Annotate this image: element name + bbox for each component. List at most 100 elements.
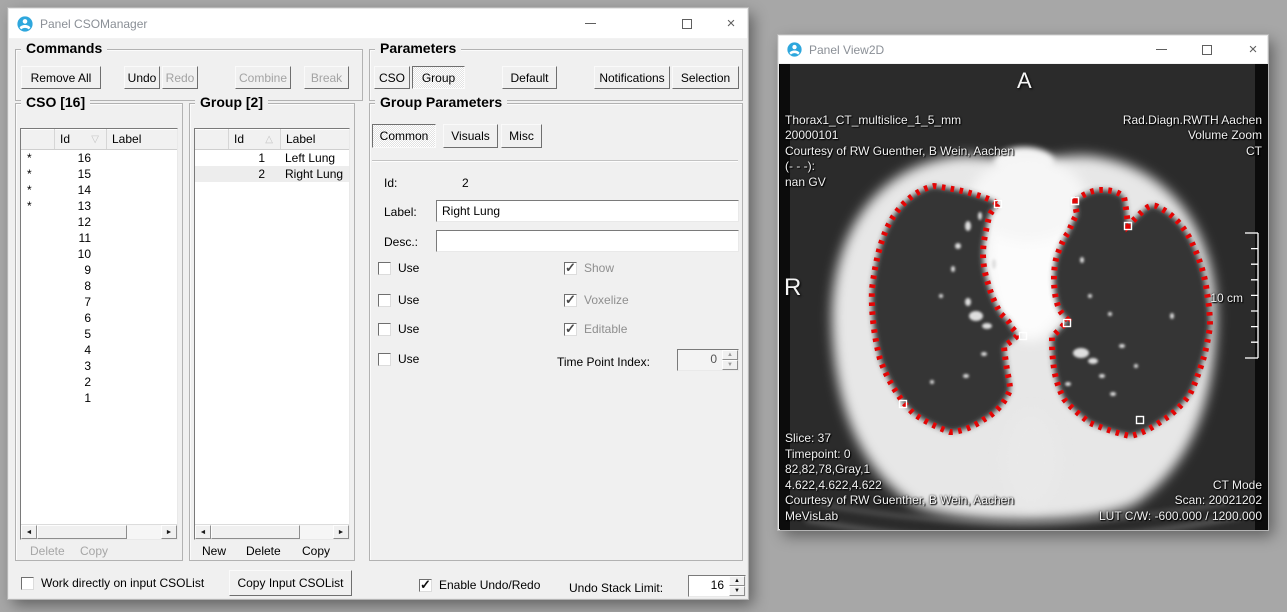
spin-up-icon[interactable]: ▲	[722, 350, 738, 360]
scroll-thumb[interactable]	[211, 525, 300, 539]
notifications-button[interactable]: Notifications	[594, 66, 670, 89]
header-cell-id[interactable]: Id△	[229, 129, 281, 149]
maximize-button[interactable]	[671, 9, 703, 38]
undo-stack-limit-spinbox[interactable]: 16 ▲ ▼	[688, 575, 746, 597]
tab-misc[interactable]: Misc	[501, 124, 542, 148]
editable-label: Editable	[584, 322, 627, 336]
redo-button[interactable]: Redo	[162, 66, 198, 89]
cso-table[interactable]: Id▽ Label * 16 * 15	[20, 128, 178, 540]
cso-table-row[interactable]: * 16	[21, 150, 177, 166]
cso-table-header[interactable]: Id▽ Label	[21, 129, 177, 150]
combine-button[interactable]: Combine	[235, 66, 291, 89]
cso-table-row[interactable]: * 15	[21, 166, 177, 182]
cso-table-row[interactable]: 9	[21, 262, 177, 278]
overlay-top-left: Thorax1_CT_multislice_1_5_mm20000101Cour…	[785, 66, 1014, 190]
use-editable-checkbox[interactable]	[378, 323, 391, 336]
cso-table-row[interactable]: 5	[21, 326, 177, 342]
cso-table-row[interactable]: 2	[21, 374, 177, 390]
cso-table-row[interactable]: * 13	[21, 198, 177, 214]
scroll-right-icon[interactable]: ►	[333, 525, 349, 539]
cso-table-row[interactable]: * 14	[21, 182, 177, 198]
cso-table-row[interactable]: 10	[21, 246, 177, 262]
cso-h-scrollbar[interactable]: ◄ ►	[21, 524, 177, 539]
group-delete-button[interactable]: Delete	[246, 544, 281, 558]
time-point-index-spinbox[interactable]: 0 ▲ ▼	[677, 349, 739, 371]
tab-common[interactable]: Common	[372, 124, 436, 148]
editable-checkbox[interactable]	[564, 323, 577, 336]
close-button[interactable]: ×	[715, 9, 747, 38]
spin-down-icon[interactable]: ▼	[729, 586, 745, 596]
header-cell-mark[interactable]	[21, 129, 55, 149]
scroll-left-icon[interactable]: ◄	[195, 525, 211, 539]
undo-stack-limit-label: Undo Stack Limit:	[569, 581, 663, 595]
close-button[interactable]: ×	[1237, 36, 1269, 63]
group-table-row[interactable]: 1 Left Lung	[195, 150, 349, 166]
group-new-button[interactable]: New	[202, 544, 226, 558]
orientation-marker-right: R	[784, 274, 801, 302]
id-label: Id:	[384, 176, 397, 190]
cso-table-row[interactable]: 8	[21, 278, 177, 294]
default-button[interactable]: Default	[502, 66, 557, 89]
minimize-button[interactable]	[1145, 36, 1177, 63]
group-params-button[interactable]: Group	[412, 66, 465, 89]
copy-input-csolist-button[interactable]: Copy Input CSOList	[229, 570, 352, 596]
minimize-button[interactable]	[574, 9, 606, 38]
cso-table-row[interactable]: 6	[21, 310, 177, 326]
label-field[interactable]	[436, 200, 739, 222]
undo-button[interactable]: Undo	[124, 66, 160, 89]
maximize-icon	[682, 19, 692, 29]
remove-all-button[interactable]: Remove All	[21, 66, 101, 89]
scroll-thumb[interactable]	[37, 525, 127, 539]
cso-table-row[interactable]: 4	[21, 342, 177, 358]
work-directly-checkbox[interactable]	[21, 577, 34, 590]
scroll-right-icon[interactable]: ►	[161, 525, 177, 539]
voxelize-checkbox[interactable]	[564, 294, 577, 307]
cso-table-row[interactable]: 7	[21, 294, 177, 310]
use-voxelize-checkbox[interactable]	[378, 294, 391, 307]
scroll-track[interactable]	[127, 525, 161, 539]
cso-rows: * 16 * 15 * 14	[21, 150, 177, 524]
selection-button[interactable]: Selection	[672, 66, 739, 89]
spin-up-icon[interactable]: ▲	[729, 576, 745, 586]
header-cell-id[interactable]: Id▽	[55, 129, 107, 149]
group-h-scrollbar[interactable]: ◄ ►	[195, 524, 349, 539]
cso-table-row[interactable]: 11	[21, 230, 177, 246]
editable-row: Editable	[564, 322, 627, 336]
view2d-titlebar[interactable]: Panel View2D ×	[779, 36, 1267, 64]
group-table-header[interactable]: Id△ Label	[195, 129, 349, 150]
cso-manager-titlebar[interactable]: Panel CSOManager ×	[9, 9, 747, 39]
spin-down-icon[interactable]: ▼	[722, 360, 738, 370]
header-cell-label[interactable]: Label	[107, 129, 177, 149]
cso-copy-button[interactable]: Copy	[80, 544, 108, 558]
desc-field[interactable]	[436, 230, 739, 252]
overlay-line: CT Mode	[1099, 478, 1262, 494]
group-copy-button[interactable]: Copy	[302, 544, 330, 558]
id-value: 2	[462, 176, 469, 190]
enable-undo-label: Enable Undo/Redo	[439, 578, 540, 592]
work-directly-row: Work directly on input CSOList	[21, 576, 204, 590]
enable-undo-checkbox[interactable]	[419, 579, 432, 592]
cso-table-row[interactable]: 1	[21, 390, 177, 406]
header-cell-label[interactable]: Label	[281, 129, 349, 149]
ct-image-viewport[interactable]: Thorax1_CT_multislice_1_5_mm20000101Cour…	[780, 64, 1268, 530]
scroll-track[interactable]	[300, 525, 333, 539]
break-button[interactable]: Break	[304, 66, 349, 89]
cso-delete-button[interactable]: Delete	[30, 544, 65, 558]
header-cell-mark[interactable]	[195, 129, 229, 149]
cso-table-row[interactable]: 3	[21, 358, 177, 374]
voxelize-row: Voxelize	[564, 293, 629, 307]
show-checkbox[interactable]	[564, 262, 577, 275]
window-title: Panel View2D	[809, 43, 884, 57]
cso-table-row[interactable]: 12	[21, 214, 177, 230]
group-table[interactable]: Id△ Label 1 Left Lung 2 Right Lung	[194, 128, 350, 540]
tab-visuals[interactable]: Visuals	[443, 124, 498, 148]
maximize-button[interactable]	[1191, 36, 1223, 63]
use-tpi-checkbox[interactable]	[378, 353, 391, 366]
use-label: Use	[398, 261, 419, 275]
use-show-checkbox[interactable]	[378, 262, 391, 275]
group-table-row[interactable]: 2 Right Lung	[195, 166, 349, 182]
scroll-left-icon[interactable]: ◄	[21, 525, 37, 539]
cso-params-button[interactable]: CSO	[374, 66, 410, 89]
minimize-icon	[585, 23, 596, 24]
view2d-window: Panel View2D ×	[778, 35, 1268, 530]
